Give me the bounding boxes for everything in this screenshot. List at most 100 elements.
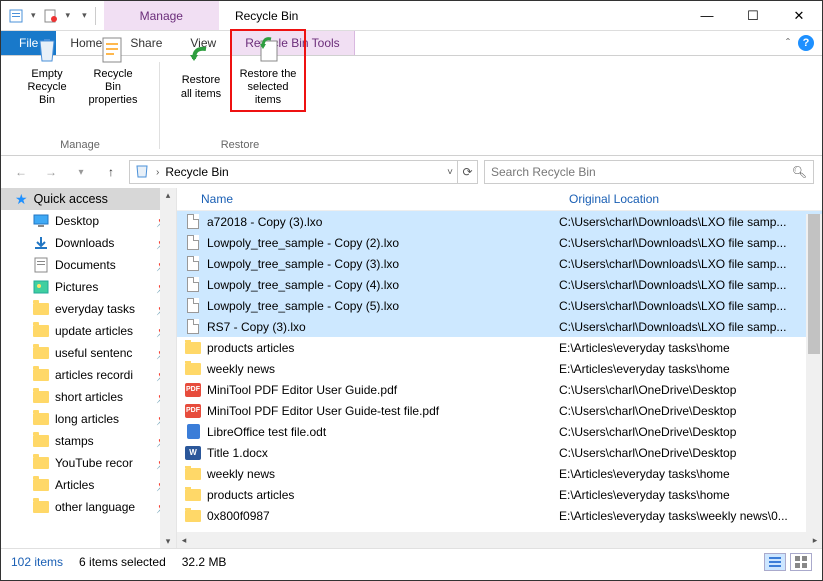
file-row[interactable]: Lowpoly_tree_sample - Copy (2).lxo C:\Use… — [177, 232, 822, 253]
restore-all-items-button[interactable]: Restore all items — [174, 35, 228, 105]
search-icon[interactable]: 🔍︎ — [792, 165, 807, 179]
folder-icon — [185, 508, 201, 524]
up-button[interactable]: ↑ — [99, 160, 123, 184]
file-row[interactable]: weekly newsE:\Articles\everyday tasks\ho… — [177, 358, 822, 379]
file-row[interactable]: PDFMiniTool PDF Editor User Guide.pdfC:\… — [177, 379, 822, 400]
chevron-down-icon[interactable]: ▾ — [66, 10, 71, 21]
label: Recycle Bin properties — [84, 68, 142, 108]
original-location: C:\Users\charl\OneDrive\Desktop — [559, 425, 814, 439]
original-location: C:\Users\charl\Downloads\LXO file samp..… — [559, 278, 814, 292]
ribbon: Empty Recycle Bin Recycle Bin properties… — [1, 56, 822, 156]
breadcrumb[interactable]: › Recycle Bin ˅ — [129, 160, 458, 184]
item-count: 102 items — [11, 555, 63, 569]
sidebar-scrollbar[interactable]: ▴ ▾ — [160, 188, 176, 548]
navigation-pane[interactable]: ★ Quick access Desktop📌Downloads📌Documen… — [1, 188, 177, 548]
file-row[interactable]: LibreOffice test file.odtC:\Users\charl\… — [177, 421, 822, 442]
sidebar-item[interactable]: update articles📌 — [1, 320, 176, 342]
file-name: a72018 - Copy (3).lxo — [207, 215, 322, 229]
back-button[interactable]: ← — [9, 160, 33, 184]
column-name[interactable]: Name — [201, 192, 569, 206]
file-row[interactable]: products articlesE:\Articles\everyday ta… — [177, 484, 822, 505]
large-icons-view-button[interactable] — [790, 553, 812, 571]
chevron-right-icon[interactable]: › — [156, 167, 159, 178]
vertical-scrollbar[interactable]: ▾ — [806, 214, 822, 534]
sidebar-item[interactable]: everyday tasks📌 — [1, 298, 176, 320]
column-original-location[interactable]: Original Location — [569, 192, 659, 206]
forward-button[interactable]: → — [39, 160, 63, 184]
file-row[interactable]: Lowpoly_tree_sample - Copy (3).lxoC:\Use… — [177, 253, 822, 274]
file-row[interactable]: 0x800f0987 E:\Articles\everyday tasks\wee… — [177, 505, 822, 526]
file-row[interactable]: Lowpoly_tree_sample - Copy (5).lxoC:\Use… — [177, 295, 822, 316]
star-icon: ★ — [15, 191, 28, 208]
new-icon[interactable] — [42, 7, 60, 25]
sidebar-item[interactable]: Pictures📌 — [1, 276, 176, 298]
sidebar-item[interactable]: Desktop📌 — [1, 210, 176, 232]
column-headers[interactable]: Name Original Location — [177, 188, 822, 211]
scroll-thumb[interactable] — [808, 214, 820, 354]
rows-container: a72018 - Copy (3).lxo C:\Users\charl\Down… — [177, 211, 822, 532]
original-location: C:\Users\charl\Downloads\LXO file samp..… — [559, 236, 814, 250]
sidebar-item[interactable]: other language📌 — [1, 496, 176, 518]
original-location: E:\Articles\everyday tasks\home — [559, 488, 814, 502]
label: useful sentenc — [55, 346, 132, 360]
label: stamps — [55, 434, 94, 448]
properties-icon — [97, 34, 129, 66]
sidebar-quick-access[interactable]: ★ Quick access — [1, 188, 176, 210]
close-button[interactable]: ✕ — [776, 1, 822, 30]
scroll-left-icon[interactable]: ◂ — [177, 535, 191, 546]
sidebar-item[interactable]: Downloads📌 — [1, 232, 176, 254]
chevron-down-icon[interactable]: ▾ — [31, 10, 36, 21]
refresh-button[interactable]: ⟳ — [458, 160, 478, 184]
file-name: Lowpoly_tree_sample - Copy (2).lxo — [207, 236, 399, 250]
label: Empty Recycle Bin — [18, 68, 76, 108]
scroll-down-icon[interactable]: ▾ — [160, 534, 176, 548]
scroll-up-icon[interactable]: ▴ — [160, 188, 176, 202]
window-controls: ― ☐ ✕ — [684, 1, 822, 30]
original-location: C:\Users\charl\OneDrive\Desktop — [559, 404, 814, 418]
breadcrumb-segment[interactable]: Recycle Bin — [165, 165, 228, 179]
sidebar-item[interactable]: long articles📌 — [1, 408, 176, 430]
minimize-button[interactable]: ― — [684, 1, 730, 30]
label: Desktop — [55, 214, 99, 228]
sidebar-item[interactable]: articles recordi📌 — [1, 364, 176, 386]
group-label: Manage — [60, 139, 100, 153]
details-view-button[interactable] — [764, 553, 786, 571]
empty-recycle-bin-button[interactable]: Empty Recycle Bin — [15, 29, 79, 113]
recycle-bin-properties-button[interactable]: Recycle Bin properties — [81, 29, 145, 113]
file-row[interactable]: WTitle 1.docxC:\Users\charl\OneDrive\Des… — [177, 442, 822, 463]
file-row[interactable]: weekly newsE:\Articles\everyday tasks\ho… — [177, 463, 822, 484]
maximize-button[interactable]: ☐ — [730, 1, 776, 30]
properties-icon[interactable] — [7, 7, 25, 25]
lxo-icon — [185, 235, 201, 251]
sidebar-item[interactable]: short articles📌 — [1, 386, 176, 408]
file-row[interactable]: RS7 - Copy (3).lxoC:\Users\charl\Downloa… — [177, 316, 822, 337]
file-row[interactable]: products articlesE:\Articles\everyday ta… — [177, 337, 822, 358]
search-input[interactable]: Search Recycle Bin 🔍︎ — [484, 160, 814, 184]
sidebar-item[interactable]: Articles📌 — [1, 474, 176, 496]
label: Restore the selected items — [233, 68, 303, 108]
chevron-down-icon[interactable]: ˅ — [447, 167, 453, 178]
file-row[interactable]: a72018 - Copy (3).lxoC:\Users\charl\Down… — [177, 211, 822, 232]
restore-page-icon — [252, 34, 284, 66]
folder-icon — [33, 323, 49, 339]
sidebar-item[interactable]: YouTube recor📌 — [1, 452, 176, 474]
original-location: E:\Articles\everyday tasks\weekly news\0… — [559, 509, 814, 523]
selection-count: 6 items selected — [79, 555, 166, 569]
label: update articles — [55, 324, 133, 338]
sidebar-item[interactable]: useful sentenc📌 — [1, 342, 176, 364]
horizontal-scrollbar[interactable]: ◂ ▸ — [177, 532, 822, 548]
original-location: C:\Users\charl\Downloads\LXO file samp..… — [559, 320, 814, 334]
label: short articles — [55, 390, 123, 404]
file-row[interactable]: Lowpoly_tree_sample - Copy (4).lxoC:\Use… — [177, 274, 822, 295]
sidebar-item[interactable]: Documents📌 — [1, 254, 176, 276]
recent-locations-button[interactable]: ▾ — [69, 160, 93, 184]
file-row[interactable]: PDFMiniTool PDF Editor User Guide-test f… — [177, 400, 822, 421]
original-location: E:\Articles\everyday tasks\home — [559, 467, 814, 481]
restore-selected-items-button[interactable]: Restore the selected items — [230, 29, 306, 113]
qat-customize-icon[interactable]: ▾ — [82, 10, 87, 21]
sidebar-item[interactable]: stamps📌 — [1, 430, 176, 452]
help-icon[interactable]: ? — [798, 35, 814, 51]
collapse-ribbon-icon[interactable]: ˆ — [786, 36, 790, 50]
file-name: 0x800f0987 — [207, 509, 270, 523]
scroll-right-icon[interactable]: ▸ — [808, 535, 822, 546]
